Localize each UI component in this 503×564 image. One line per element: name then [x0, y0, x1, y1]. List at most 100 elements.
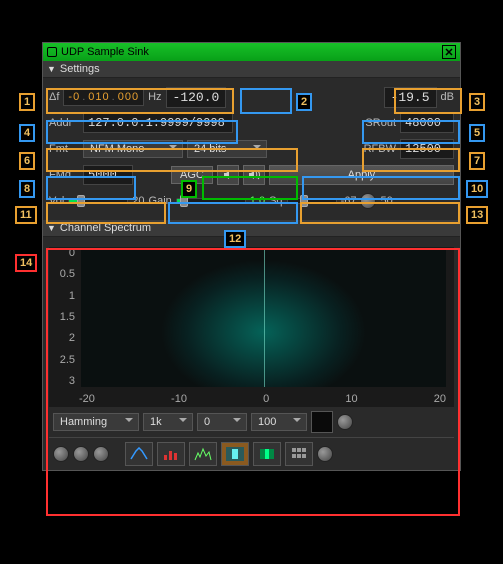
grid-icon[interactable] — [285, 442, 313, 466]
spectrum-trace-icon[interactable] — [125, 442, 153, 466]
max-hold-icon[interactable] — [189, 442, 217, 466]
annot-13: 13 — [466, 206, 488, 224]
audio-mute-icon[interactable] — [217, 165, 239, 185]
fmt-mode-select[interactable]: NFM Mono — [83, 140, 183, 158]
fmd-label: FMd — [49, 169, 79, 181]
y-tick: 1 — [49, 290, 75, 302]
x-tick: 0 — [263, 393, 269, 405]
sq-slider[interactable] — [287, 198, 337, 204]
annot-11: 11 — [15, 206, 37, 224]
annot-6: 6 — [19, 152, 35, 170]
y-tick: 0 — [49, 247, 75, 259]
stroke-dial[interactable] — [337, 414, 353, 430]
annot-1: 1 — [19, 93, 35, 111]
level-readout: -19.5 — [384, 87, 437, 108]
level-unit: dB — [441, 91, 454, 103]
annot-3: 3 — [469, 93, 485, 111]
range-dial[interactable] — [73, 446, 89, 462]
avg-value: 0 — [204, 416, 210, 428]
decay-select[interactable]: 100 — [251, 413, 307, 431]
x-tick: -20 — [79, 393, 95, 405]
settings-label: Settings — [60, 63, 100, 75]
annot-7: 7 — [469, 152, 485, 170]
window-title: UDP Sample Sink — [61, 46, 149, 58]
color-swatch[interactable] — [311, 411, 333, 433]
sq-gate-dial[interactable] — [360, 193, 376, 209]
x-tick: -10 — [171, 393, 187, 405]
grid-intensity-dial[interactable] — [317, 446, 333, 462]
frequency-display[interactable]: - 0 . 0 1 0 . 0 0 0 — [63, 88, 144, 106]
annot-9: 9 — [181, 180, 197, 198]
fps-dial[interactable] — [93, 446, 109, 462]
settings-header[interactable]: ▼ Settings — [43, 61, 460, 78]
gain-slider[interactable] — [176, 198, 246, 204]
vol-label: Vol — [49, 195, 64, 207]
app-icon — [47, 47, 57, 57]
waterfall-max-icon[interactable] — [253, 442, 281, 466]
rfbw-input[interactable] — [400, 139, 454, 159]
annot-14: 14 — [15, 254, 37, 272]
spectrum-plot-area — [81, 249, 446, 387]
fmd-input[interactable] — [83, 165, 133, 185]
srout-input[interactable] — [400, 113, 454, 133]
window-select[interactable]: Hamming — [53, 413, 139, 431]
x-tick: 20 — [434, 393, 446, 405]
delta-f-label: Δf — [49, 91, 59, 103]
annot-8: 8 — [19, 180, 35, 198]
annot-10: 10 — [466, 180, 488, 198]
fmt-bits-value: 24 bits — [194, 143, 226, 155]
y-tick: 2.5 — [49, 354, 75, 366]
freq-unit: Hz — [148, 91, 161, 103]
annot-2: 2 — [296, 93, 312, 111]
srout-label: SRout — [365, 117, 396, 129]
gain-label: Gain — [149, 195, 172, 207]
vol-value: 20 — [132, 195, 144, 207]
close-icon[interactable] — [442, 45, 456, 59]
fft-value: 1k — [150, 416, 162, 428]
x-tick: 10 — [345, 393, 357, 405]
annot-5: 5 — [469, 124, 485, 142]
waterfall-display[interactable]: 0 0.5 1 1.5 2 2.5 3 -20 -10 0 10 20 — [49, 247, 454, 407]
waterfall-current-icon[interactable] — [221, 442, 249, 466]
freq-sep: . — [82, 91, 86, 103]
gain-value: 1.0 — [250, 195, 265, 207]
freq-digit[interactable]: 1 — [95, 91, 102, 103]
freq-digit[interactable]: 0 — [118, 91, 125, 103]
histogram-icon[interactable] — [157, 442, 185, 466]
fmt-label: Fmt — [49, 143, 79, 155]
apply-button[interactable]: Apply — [269, 165, 454, 185]
y-tick: 3 — [49, 375, 75, 387]
freq-digit[interactable]: 0 — [73, 91, 80, 103]
spectrum-y-axis: 0 0.5 1 1.5 2 2.5 3 — [49, 247, 79, 387]
addr-label: Addr — [49, 117, 79, 129]
chevron-down-icon: ▼ — [47, 64, 56, 74]
freq-digit[interactable]: 0 — [88, 91, 95, 103]
ref-dial[interactable] — [53, 446, 69, 462]
spectrum-header[interactable]: ▼ Channel Spectrum — [43, 220, 460, 237]
apply-label: Apply — [348, 169, 376, 181]
avg-select[interactable]: 0 — [197, 413, 247, 431]
freq-digit[interactable]: 0 — [125, 91, 132, 103]
freq-digit[interactable]: 0 — [132, 91, 139, 103]
audio-active-icon[interactable] — [243, 165, 265, 185]
addr-input[interactable] — [83, 113, 233, 133]
window-value: Hamming — [60, 416, 107, 428]
spectrum-label: Channel Spectrum — [60, 222, 151, 234]
y-tick: 1.5 — [49, 311, 75, 323]
spectrum-x-axis: -20 -10 0 10 20 — [79, 393, 446, 405]
titlebar[interactable]: UDP Sample Sink — [43, 43, 460, 61]
power-readout: -120.0 — [166, 87, 227, 108]
chevron-down-icon: ▼ — [47, 223, 56, 233]
rfbw-label: RFBW — [364, 143, 396, 155]
fmt-mode-value: NFM Mono — [90, 143, 144, 155]
freq-digit[interactable]: 0 — [103, 91, 110, 103]
decay-value: 100 — [258, 416, 276, 428]
sq-label: Sq — [269, 195, 282, 207]
vol-slider[interactable] — [68, 198, 128, 204]
fmt-bits-select[interactable]: 24 bits — [187, 140, 267, 158]
sq-gate-value: 50 — [380, 195, 392, 207]
freq-sep: . — [112, 91, 116, 103]
y-tick: 2 — [49, 332, 75, 344]
fft-select[interactable]: 1k — [143, 413, 193, 431]
udp-sink-window: UDP Sample Sink ▼ Settings Δf - 0 . 0 1 … — [42, 42, 461, 471]
